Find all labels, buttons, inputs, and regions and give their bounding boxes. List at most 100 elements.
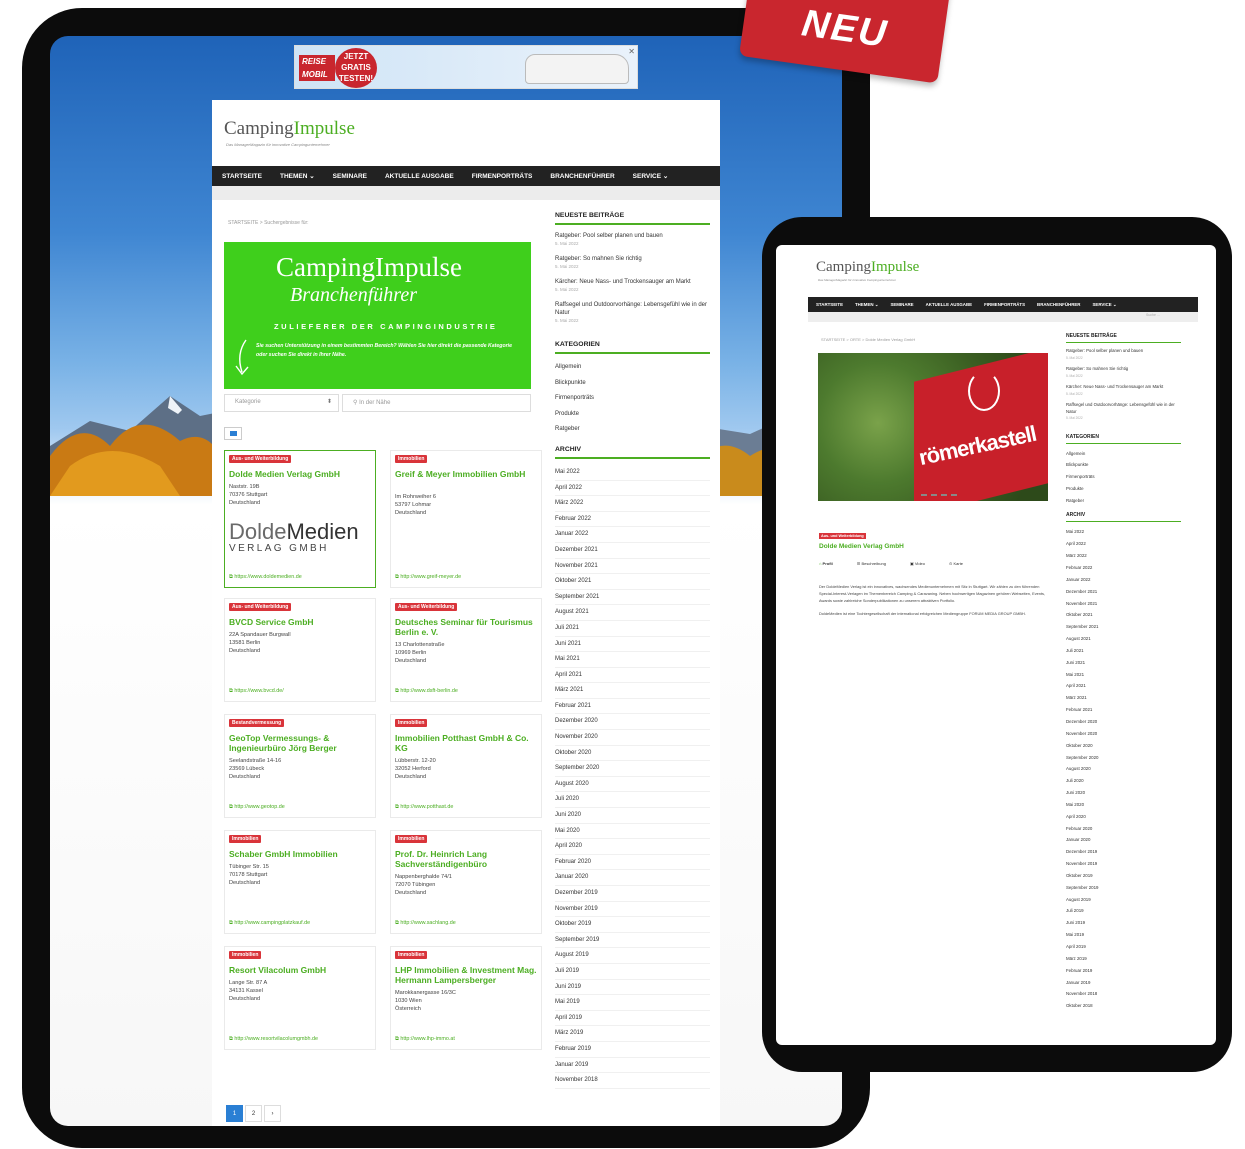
category-link[interactable]: Firmenporträts <box>1066 471 1181 483</box>
archive-link[interactable]: März 2021 <box>555 683 710 699</box>
category-link[interactable]: Produkte <box>1066 483 1181 495</box>
archive-link[interactable]: April 2020 <box>555 839 710 855</box>
archive-link[interactable]: November 2020 <box>1066 728 1181 740</box>
archive-link[interactable]: April 2021 <box>1066 680 1181 692</box>
slider-dots[interactable] <box>921 494 957 496</box>
nav-item-service[interactable]: SERVICE ⌄ <box>1092 302 1116 308</box>
category-badge[interactable]: Immobilien <box>395 951 428 959</box>
website-link[interactable]: ⧉ http://www.dsft-berlin.de <box>395 688 458 695</box>
archive-link[interactable]: Oktober 2021 <box>555 574 710 590</box>
breadcrumb[interactable]: STARTSEITE > ORTE > Dolde Medien Verlag … <box>821 337 915 342</box>
archive-link[interactable]: Januar 2020 <box>555 870 710 886</box>
breadcrumb[interactable]: STARTSEITE > Suchergebnisse für: <box>228 220 309 226</box>
website-link[interactable]: ⧉ http://www.campingplatzkauf.de <box>229 920 310 927</box>
website-link[interactable]: ⧉ http://www.lhp-immo.at <box>395 1036 455 1043</box>
close-icon[interactable]: ✕ <box>628 47 635 56</box>
category-link[interactable]: Produkte <box>555 407 710 423</box>
archive-link[interactable]: März 2019 <box>1066 953 1181 965</box>
archive-link[interactable]: Mai 2020 <box>1066 799 1181 811</box>
archive-link[interactable]: Oktober 2020 <box>555 746 710 762</box>
archive-link[interactable]: Mai 2022 <box>555 465 710 481</box>
page-1-button[interactable]: 1 <box>226 1105 243 1122</box>
latest-post-link[interactable]: Raffsegel und Outdoorvorhänge: Lebensgef… <box>1066 402 1181 422</box>
archive-link[interactable]: Juli 2021 <box>555 621 710 637</box>
archive-link[interactable]: Januar 2019 <box>555 1058 710 1074</box>
category-badge[interactable]: Immobilien <box>229 951 262 959</box>
nav-item-branchenfuehrer[interactable]: BRANCHENFÜHRER <box>550 173 614 180</box>
archive-link[interactable]: Januar 2019 <box>1066 977 1181 989</box>
archive-link[interactable]: Juni 2020 <box>1066 787 1181 799</box>
archive-link[interactable]: Februar 2019 <box>1066 965 1181 977</box>
archive-link[interactable]: März 2019 <box>555 1026 710 1042</box>
archive-link[interactable]: Mai 2019 <box>555 995 710 1011</box>
archive-link[interactable]: Oktober 2019 <box>555 917 710 933</box>
nav-item-themen[interactable]: THEMEN ⌄ <box>280 172 315 180</box>
nav-item-branchenfuehrer[interactable]: BRANCHENFÜHRER <box>1037 302 1080 307</box>
archive-link[interactable]: April 2022 <box>555 481 710 497</box>
category-badge[interactable]: Aus- und Weiterbildung <box>229 455 292 463</box>
site-logo[interactable]: CampingImpulse <box>816 259 919 276</box>
listing-card[interactable]: Immobilien Resort Vilacolum GmbH Lange Str… <box>224 946 376 1050</box>
archive-link[interactable]: Februar 2022 <box>555 512 710 528</box>
archive-link[interactable]: April 2020 <box>1066 811 1181 823</box>
website-link[interactable]: ⧉ http://www.sachlang.de <box>395 920 456 927</box>
category-link[interactable]: Firmenporträts <box>555 391 710 407</box>
archive-link[interactable]: Januar 2020 <box>1066 834 1181 846</box>
archive-link[interactable]: Juni 2019 <box>555 980 710 996</box>
latest-post-link[interactable]: Kärcher: Neue Nass- und Trockensauger am… <box>555 278 710 294</box>
category-select[interactable]: Kategorie ⬍ <box>224 394 339 412</box>
category-badge[interactable]: Aus- und Weiterbildung <box>395 603 458 611</box>
nav-item-seminare[interactable]: SEMINARE <box>333 173 367 180</box>
archive-link[interactable]: Juli 2019 <box>555 964 710 980</box>
latest-post-link[interactable]: Raffsegel und Outdoorvorhänge: Lebensgef… <box>555 301 710 325</box>
archive-link[interactable]: August 2021 <box>1066 633 1181 645</box>
archive-link[interactable]: August 2019 <box>1066 894 1181 906</box>
archive-link[interactable]: Oktober 2021 <box>1066 609 1181 621</box>
archive-link[interactable]: Dezember 2020 <box>1066 716 1181 728</box>
category-badge[interactable]: Immobilien <box>229 835 262 843</box>
archive-link[interactable]: Juni 2021 <box>555 637 710 653</box>
category-link[interactable]: Blickpunkte <box>555 376 710 392</box>
archive-link[interactable]: August 2020 <box>555 777 710 793</box>
archive-link[interactable]: Februar 2021 <box>1066 704 1181 716</box>
archive-link[interactable]: Juni 2019 <box>1066 917 1181 929</box>
tab-profil[interactable]: ⌂ Profil <box>819 561 845 566</box>
archive-link[interactable]: November 2019 <box>1066 858 1181 870</box>
nav-item-aktuelle-ausgabe[interactable]: AKTUELLE AUSGABE <box>926 302 972 307</box>
archive-link[interactable]: Juli 2019 <box>1066 905 1181 917</box>
nav-item-seminare[interactable]: SEMINARE <box>890 302 913 307</box>
nav-item-service[interactable]: SERVICE ⌄ <box>633 172 669 180</box>
archive-link[interactable]: August 2020 <box>1066 763 1181 775</box>
archive-link[interactable]: September 2020 <box>555 761 710 777</box>
website-link[interactable]: ⧉ http://www.greif-meyer.de <box>395 574 461 581</box>
tab-karte[interactable]: ⊙ Karte <box>949 561 975 566</box>
company-name-link[interactable]: LHP Immobilien & Investment Mag. Hermann… <box>395 965 541 985</box>
archive-link[interactable]: Dezember 2021 <box>1066 586 1181 598</box>
archive-link[interactable]: Dezember 2019 <box>555 886 710 902</box>
nav-item-firmenportraets[interactable]: FIRMENPORTRÄTS <box>472 173 533 180</box>
company-name-link[interactable]: Greif & Meyer Immobilien GmbH <box>395 469 541 479</box>
archive-link[interactable]: Juli 2021 <box>1066 645 1181 657</box>
archive-link[interactable]: April 2022 <box>1066 538 1181 550</box>
website-link[interactable]: ⧉ http://www.geotop.de <box>229 804 285 811</box>
archive-link[interactable]: Mai 2021 <box>1066 669 1181 681</box>
listing-card[interactable]: Immobilien LHP Immobilien & Investment Ma… <box>390 946 542 1050</box>
listing-card[interactable]: Aus- und Weiterbildung BVCD Service GmbH 2… <box>224 598 376 702</box>
archive-link[interactable]: März 2022 <box>1066 550 1181 562</box>
search-input[interactable]: Suche … <box>1146 313 1160 317</box>
archive-link[interactable]: Mai 2020 <box>555 824 710 840</box>
listing-card[interactable]: Immobilien Schaber GmbH Immobilien Tübinge… <box>224 830 376 934</box>
archive-link[interactable]: Mai 2021 <box>555 652 710 668</box>
company-name-link[interactable]: Immobilien Potthast GmbH & Co. KG <box>395 733 541 753</box>
archive-link[interactable]: Dezember 2020 <box>555 714 710 731</box>
archive-link[interactable]: Juni 2020 <box>555 808 710 824</box>
archive-link[interactable]: Oktober 2018 <box>1066 1000 1181 1012</box>
category-badge[interactable]: Aus- und Weiterbildung <box>819 533 866 539</box>
ad-banner[interactable]: REISE MOBIL JETZT GRATIS TESTEN! ✕ <box>294 45 638 89</box>
archive-link[interactable]: Februar 2020 <box>555 855 710 871</box>
archive-link[interactable]: August 2019 <box>555 948 710 964</box>
nav-item-aktuelle-ausgabe[interactable]: AKTUELLE AUSGABE <box>385 173 454 180</box>
archive-link[interactable]: September 2021 <box>555 590 710 606</box>
nav-item-startseite[interactable]: STARTSEITE <box>816 302 843 307</box>
company-name-link[interactable]: Schaber GmbH Immobilien <box>229 849 375 859</box>
